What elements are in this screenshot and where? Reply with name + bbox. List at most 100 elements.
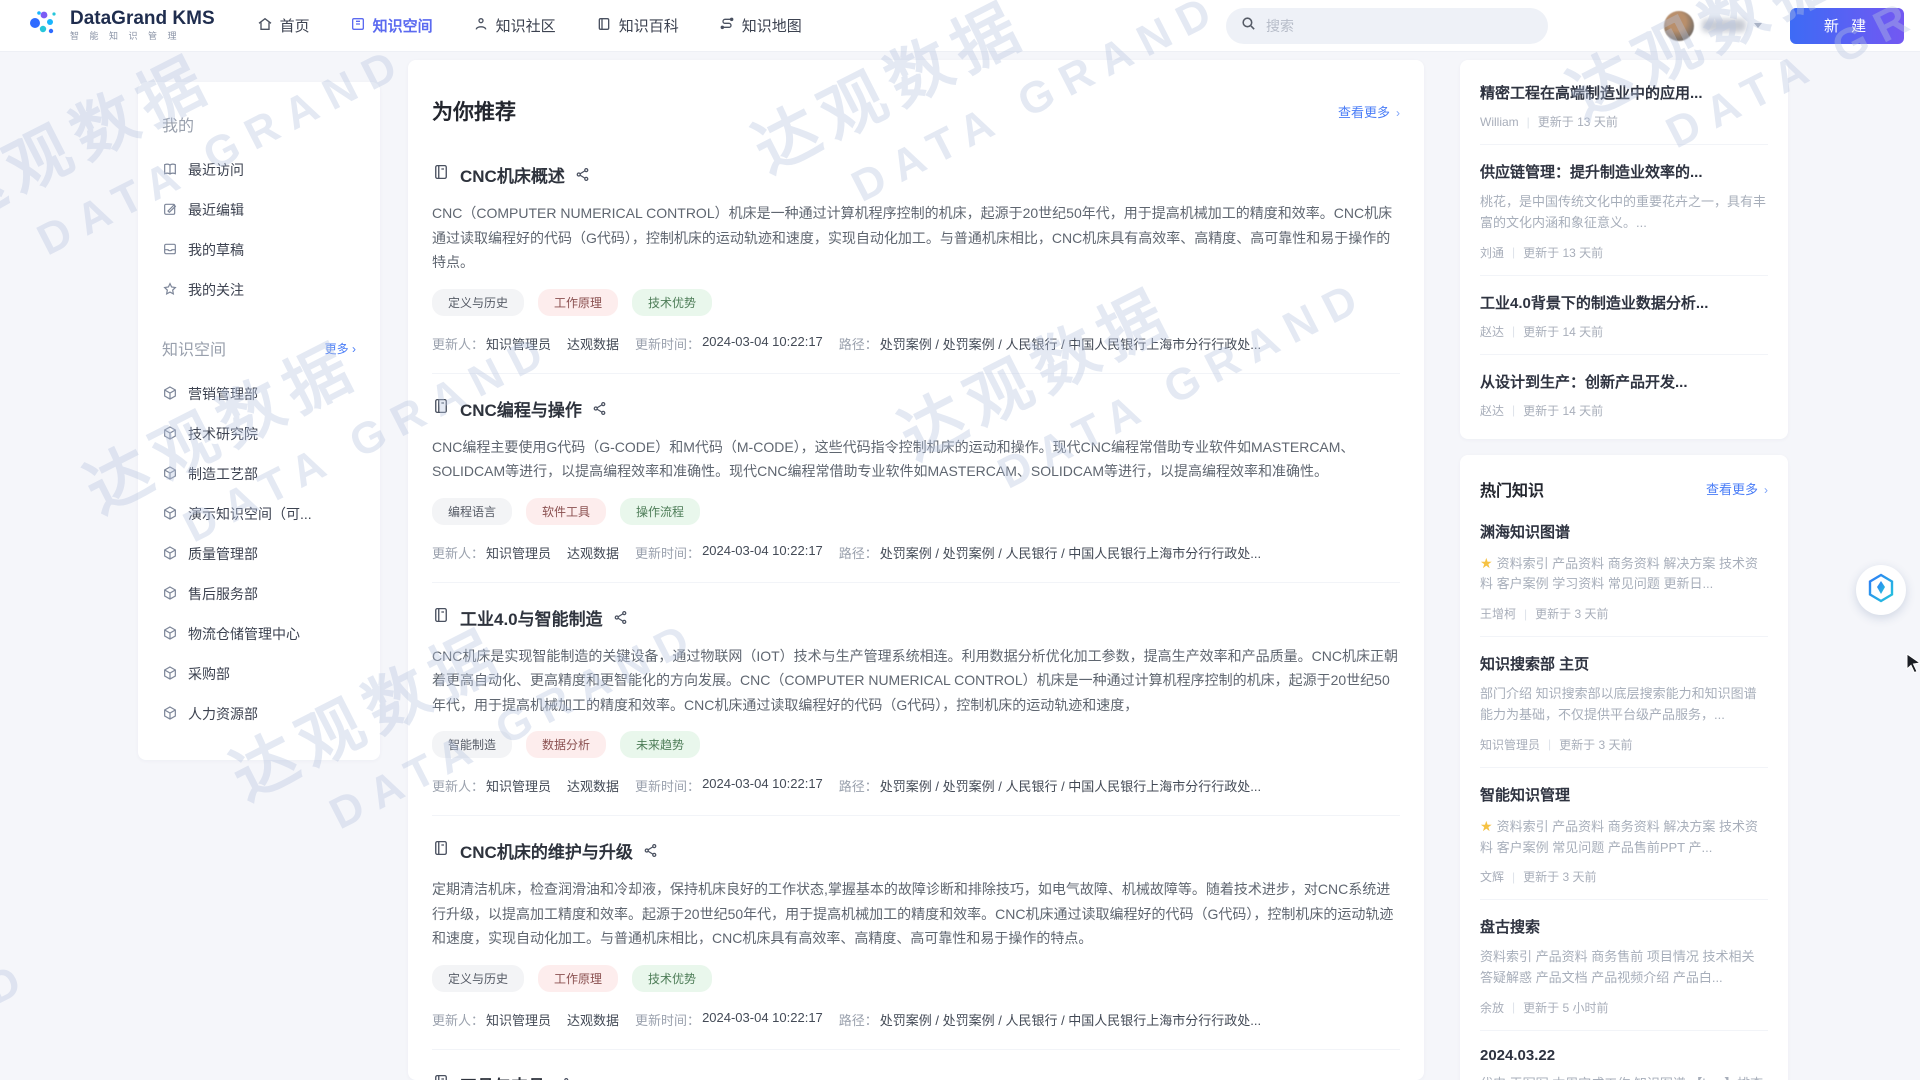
hot-item[interactable]: 智能知识管理 ★资料索引 产品资料 商务资料 解决方案 技术资料 客户案例 常见… <box>1480 768 1768 901</box>
divider: | <box>1512 1000 1515 1014</box>
nav-knowledge-community[interactable]: 知识社区 <box>473 15 556 36</box>
meta-updater: 知识管理员 <box>486 776 551 795</box>
nav-label: 知识空间 <box>373 15 433 36</box>
article-tag[interactable]: 软件工具 <box>526 498 606 525</box>
hot-knowledge-card: 热门知识 查看更多› 渊海知识图谱 ★资料索引 产品资料 商务资料 解决方案 技… <box>1460 455 1788 1080</box>
sidebar-space-item[interactable]: 人力资源部 <box>162 694 356 734</box>
meta-label: 更新人： <box>432 776 484 795</box>
share-icon[interactable] <box>575 167 590 182</box>
nav-knowledge-wiki[interactable]: 知识百科 <box>596 15 679 36</box>
news-time: 更新于 14 天前 <box>1523 402 1603 419</box>
wiki-book-icon <box>596 16 612 36</box>
sidebar-item-recent-visits[interactable]: 最近访问 <box>162 150 356 190</box>
share-icon[interactable] <box>613 610 628 625</box>
sidebar-space-item[interactable]: 质量管理部 <box>162 534 356 574</box>
article-tag[interactable]: 数据分析 <box>526 731 606 758</box>
sidebar-item-label: 最近编辑 <box>188 200 244 220</box>
sidebar-space-item[interactable]: 售后服务部 <box>162 574 356 614</box>
hot-item[interactable]: 渊海知识图谱 ★资料索引 产品资料 商务资料 解决方案 技术资料 客户案例 学习… <box>1480 505 1768 638</box>
sidebar-space-item[interactable]: 演示知识空间（可... <box>162 494 356 534</box>
hot-view-more-link[interactable]: 查看更多 › <box>1706 479 1768 498</box>
news-time: 更新于 14 天前 <box>1523 323 1603 340</box>
article-tag[interactable]: 技术优势 <box>632 965 712 992</box>
meta-path[interactable]: 处罚案例 / 处罚案例 / 人民银行 / 中国人民银行上海市分行行政处... <box>880 334 1261 353</box>
sidebar-item-my-follows[interactable]: 我的关注 <box>162 270 356 310</box>
article-tag[interactable]: 技术优势 <box>632 289 712 316</box>
news-title[interactable]: 从设计到生产：创新产品开发... <box>1480 371 1768 392</box>
sidebar-space-item[interactable]: 技术研究院 <box>162 414 356 454</box>
divider: | <box>1512 403 1515 417</box>
page-title: 为你推荐 <box>432 96 516 126</box>
meta-label: 更新人： <box>432 543 484 562</box>
hot-item-title[interactable]: 2024.03.22 <box>1480 1047 1768 1064</box>
assistant-floating-button[interactable] <box>1856 565 1906 615</box>
cube-icon <box>162 505 178 524</box>
hot-item[interactable]: 2024.03.22 代申 王军军 本周完成工作 知识图谱 【bug】排查并解决… <box>1480 1031 1768 1080</box>
divider: | <box>1524 607 1527 621</box>
article-title[interactable]: CNC编程与操作 <box>460 396 582 421</box>
news-title[interactable]: 工业4.0背景下的制造业数据分析... <box>1480 292 1768 313</box>
article-title[interactable]: 刀具与夹具 <box>460 1072 545 1080</box>
article-title[interactable]: 工业4.0与智能制造 <box>460 605 603 630</box>
user-menu[interactable] <box>1664 11 1762 41</box>
hot-item-title[interactable]: 智能知识管理 <box>1480 784 1768 805</box>
meta-updater: 知识管理员 <box>486 543 551 562</box>
share-icon[interactable] <box>592 401 607 416</box>
spaces-more-link[interactable]: 更多 › <box>325 340 356 357</box>
news-title[interactable]: 供应链管理：提升制造业效率的... <box>1480 161 1768 182</box>
hot-item-title[interactable]: 盘古搜索 <box>1480 916 1768 937</box>
sidebar-item-recent-edits[interactable]: 最近编辑 <box>162 190 356 230</box>
nav-knowledge-space[interactable]: 知识空间 <box>350 15 433 36</box>
article-tag[interactable]: 定义与历史 <box>432 965 524 992</box>
article-tag[interactable]: 工作原理 <box>538 289 618 316</box>
meta-path[interactable]: 处罚案例 / 处罚案例 / 人民银行 / 中国人民银行上海市分行行政处... <box>880 543 1261 562</box>
sidebar-space-item[interactable]: 制造工艺部 <box>162 454 356 494</box>
news-item[interactable]: 工业4.0背景下的制造业数据分析... 赵达 | 更新于 14 天前 <box>1480 276 1768 355</box>
search-input[interactable] <box>1266 18 1534 34</box>
nav-knowledge-map[interactable]: 知识地图 <box>719 15 802 36</box>
sidebar-item-label: 最近访问 <box>188 160 244 180</box>
nav-home[interactable]: 首页 <box>257 15 310 36</box>
hot-item-time: 更新于 3 天前 <box>1559 736 1632 753</box>
sidebar-space-item[interactable]: 采购部 <box>162 654 356 694</box>
hot-item[interactable]: 知识搜索部 主页 部门介绍 知识搜索部以底层搜索能力和知识图谱能力为基础，不仅提… <box>1480 637 1768 768</box>
sidebar-item-label: 采购部 <box>188 664 230 684</box>
spaces-list: 营销管理部 技术研究院 制造工艺部 演示知识空间（可... 质量管理部 售后服务… <box>162 374 356 734</box>
news-time: 更新于 13 天前 <box>1523 244 1603 261</box>
cube-icon <box>162 545 178 564</box>
hot-item-author: 王增柯 <box>1480 605 1516 622</box>
app-logo[interactable]: DataGrand KMS 智 能 知 识 管 理 <box>26 6 215 45</box>
view-more-label: 查看更多 <box>1706 482 1758 497</box>
news-title[interactable]: 精密工程在高端制造业中的应用... <box>1480 82 1768 103</box>
article-tag[interactable]: 定义与历史 <box>432 289 524 316</box>
article-tag[interactable]: 编程语言 <box>432 498 512 525</box>
chevron-right-icon: › <box>1764 483 1768 497</box>
hot-item-time: 更新于 5 小时前 <box>1523 999 1608 1016</box>
article-title[interactable]: CNC机床概述 <box>460 162 565 187</box>
article-tag[interactable]: 未来趋势 <box>620 731 700 758</box>
hot-item-title[interactable]: 渊海知识图谱 <box>1480 521 1768 542</box>
search-icon <box>1240 15 1257 37</box>
article-title[interactable]: CNC机床的维护与升级 <box>460 838 633 863</box>
share-icon[interactable] <box>643 843 658 858</box>
avatar[interactable] <box>1664 11 1694 41</box>
hot-item[interactable]: 盘古搜索 资料索引 产品资料 商务售前 项目情况 技术相关 答疑解惑 产品文档 … <box>1480 900 1768 1031</box>
meta-org: 达观数据 <box>567 543 619 562</box>
article-tag[interactable]: 工作原理 <box>538 965 618 992</box>
news-item[interactable]: 供应链管理：提升制造业效率的... 桃花，是中国传统文化中的重要花卉之一，具有丰… <box>1480 145 1768 276</box>
new-button[interactable]: 新 建 <box>1790 8 1904 44</box>
meta-path[interactable]: 处罚案例 / 处罚案例 / 人民银行 / 中国人民银行上海市分行行政处... <box>880 1010 1261 1029</box>
news-item[interactable]: 从设计到生产：创新产品开发... 赵达 | 更新于 14 天前 <box>1480 355 1768 433</box>
view-more-link[interactable]: 查看更多› <box>1338 102 1400 121</box>
news-item[interactable]: 精密工程在高端制造业中的应用... William | 更新于 13 天前 <box>1480 66 1768 145</box>
article-tag[interactable]: 智能制造 <box>432 731 512 758</box>
share-icon[interactable] <box>555 1077 570 1080</box>
meta-path[interactable]: 处罚案例 / 处罚案例 / 人民银行 / 中国人民银行上海市分行行政处... <box>880 776 1261 795</box>
hot-item-title[interactable]: 知识搜索部 主页 <box>1480 653 1768 674</box>
sidebar-space-item[interactable]: 物流仓储管理中心 <box>162 614 356 654</box>
article-tag[interactable]: 操作流程 <box>620 498 700 525</box>
sidebar-section-my-title: 我的 <box>162 112 194 136</box>
sidebar-space-item[interactable]: 营销管理部 <box>162 374 356 414</box>
meta-org: 达观数据 <box>567 1010 619 1029</box>
sidebar-item-my-drafts[interactable]: 我的草稿 <box>162 230 356 270</box>
